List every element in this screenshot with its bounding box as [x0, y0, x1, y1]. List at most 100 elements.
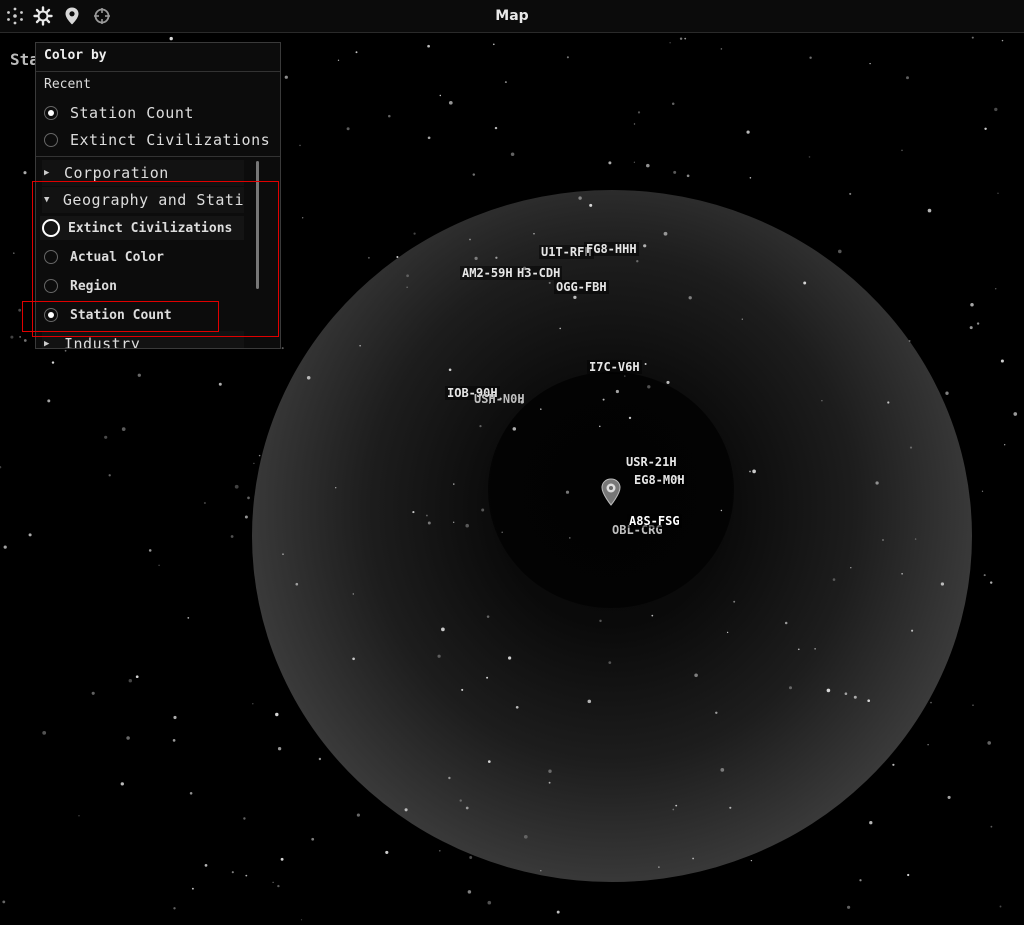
- star-dot: [814, 648, 816, 650]
- star-dot: [901, 149, 903, 152]
- star-dot: [507, 656, 512, 660]
- star-dot: [406, 274, 409, 278]
- star-dot: [1000, 359, 1004, 363]
- star-dot: [486, 615, 490, 618]
- star-dot: [658, 866, 660, 868]
- star-dot: [404, 808, 408, 812]
- star-dot: [803, 281, 807, 285]
- highlight-box-station-count: [22, 301, 219, 332]
- star-dot: [784, 621, 788, 625]
- star-dot: [548, 781, 551, 784]
- star-dot: [427, 521, 431, 525]
- star-dot: [970, 302, 974, 307]
- star-dot: [679, 37, 683, 40]
- system-label[interactable]: AM2-59H: [460, 266, 515, 280]
- star-dot: [573, 295, 577, 300]
- star-dot: [23, 339, 27, 342]
- star-dot: [844, 692, 848, 695]
- star-dot: [726, 631, 729, 634]
- star-dot: [284, 75, 288, 79]
- system-label[interactable]: EG8-M0H: [632, 473, 687, 487]
- star-dot: [510, 152, 515, 157]
- star-dot: [565, 490, 570, 494]
- star-dot: [523, 834, 528, 839]
- star-dot: [300, 919, 303, 921]
- system-label[interactable]: A8S-FSG: [627, 514, 682, 528]
- star-dot: [566, 56, 569, 59]
- star-dot: [413, 232, 416, 235]
- star-dot: [821, 399, 823, 402]
- star-dot: [869, 62, 871, 65]
- star-dot: [469, 856, 473, 859]
- star-dot: [13, 252, 15, 254]
- star-dot: [441, 627, 445, 632]
- star-dot: [589, 203, 593, 207]
- recent-option-station-count[interactable]: Station Count: [44, 101, 194, 125]
- star-dot: [352, 593, 355, 595]
- star-dot: [28, 533, 32, 537]
- star-dot: [867, 699, 871, 703]
- system-label[interactable]: OGG-FBH: [554, 280, 609, 294]
- star-dot: [927, 744, 929, 746]
- star-dot: [352, 657, 355, 661]
- option-label: Extinct Civilizations: [70, 131, 271, 149]
- star-dot: [126, 736, 130, 740]
- star-dot: [633, 161, 636, 163]
- recent-option-extinct-civilizations[interactable]: Extinct Civilizations: [44, 128, 270, 152]
- system-label[interactable]: USR-21H: [624, 455, 679, 469]
- caret-right-icon: ▶: [44, 168, 50, 178]
- radio-button[interactable]: [44, 106, 58, 120]
- star-dot: [578, 196, 582, 200]
- star-dot: [1004, 444, 1006, 446]
- star-dot: [453, 521, 455, 523]
- category-label: Corporation: [64, 164, 169, 182]
- star-dot: [2, 900, 6, 904]
- star-dot: [299, 144, 301, 147]
- star-dot: [875, 481, 879, 485]
- star-dot: [927, 208, 932, 213]
- star-dot: [173, 715, 177, 720]
- star-dot: [548, 281, 551, 284]
- star-dot: [275, 712, 279, 717]
- star-dot: [914, 538, 917, 540]
- star-dot: [969, 326, 973, 330]
- star-dot: [636, 260, 639, 263]
- radio-button[interactable]: [44, 133, 58, 147]
- star-dot: [355, 51, 358, 54]
- star-dot: [720, 48, 723, 50]
- star-dot: [396, 255, 399, 259]
- star-dot: [135, 675, 139, 679]
- star-dot: [983, 574, 986, 577]
- system-label[interactable]: USH-N0H: [472, 392, 527, 406]
- star-dot: [869, 821, 873, 825]
- star-dot: [128, 678, 133, 683]
- system-label[interactable]: FG8-HHH: [584, 242, 639, 256]
- star-dot: [385, 850, 389, 854]
- star-dot: [997, 192, 999, 195]
- star-dot: [628, 416, 632, 420]
- star-dot: [3, 545, 7, 549]
- star-dot: [688, 296, 692, 300]
- location-marker-icon[interactable]: [600, 478, 622, 506]
- star-dot: [608, 161, 612, 165]
- star-dot: [243, 817, 246, 820]
- system-label[interactable]: H3-CDH: [515, 266, 563, 280]
- system-label[interactable]: I7C-V6H: [587, 360, 642, 374]
- star-dot: [644, 363, 647, 365]
- star-dot: [504, 81, 507, 84]
- star-dot: [832, 578, 836, 581]
- star-dot: [994, 287, 997, 290]
- star-dot: [826, 688, 831, 693]
- star-dot: [459, 799, 462, 802]
- star-dot: [624, 375, 626, 377]
- star-dot: [0, 466, 2, 469]
- star-dot: [359, 345, 361, 347]
- star-dot: [906, 76, 909, 80]
- star-dot: [533, 233, 535, 235]
- star-dot: [847, 905, 851, 909]
- star-dot: [277, 884, 280, 888]
- star-dot: [427, 136, 431, 140]
- star-dot: [675, 804, 678, 807]
- star-dot: [158, 564, 160, 567]
- star-dot: [191, 887, 194, 890]
